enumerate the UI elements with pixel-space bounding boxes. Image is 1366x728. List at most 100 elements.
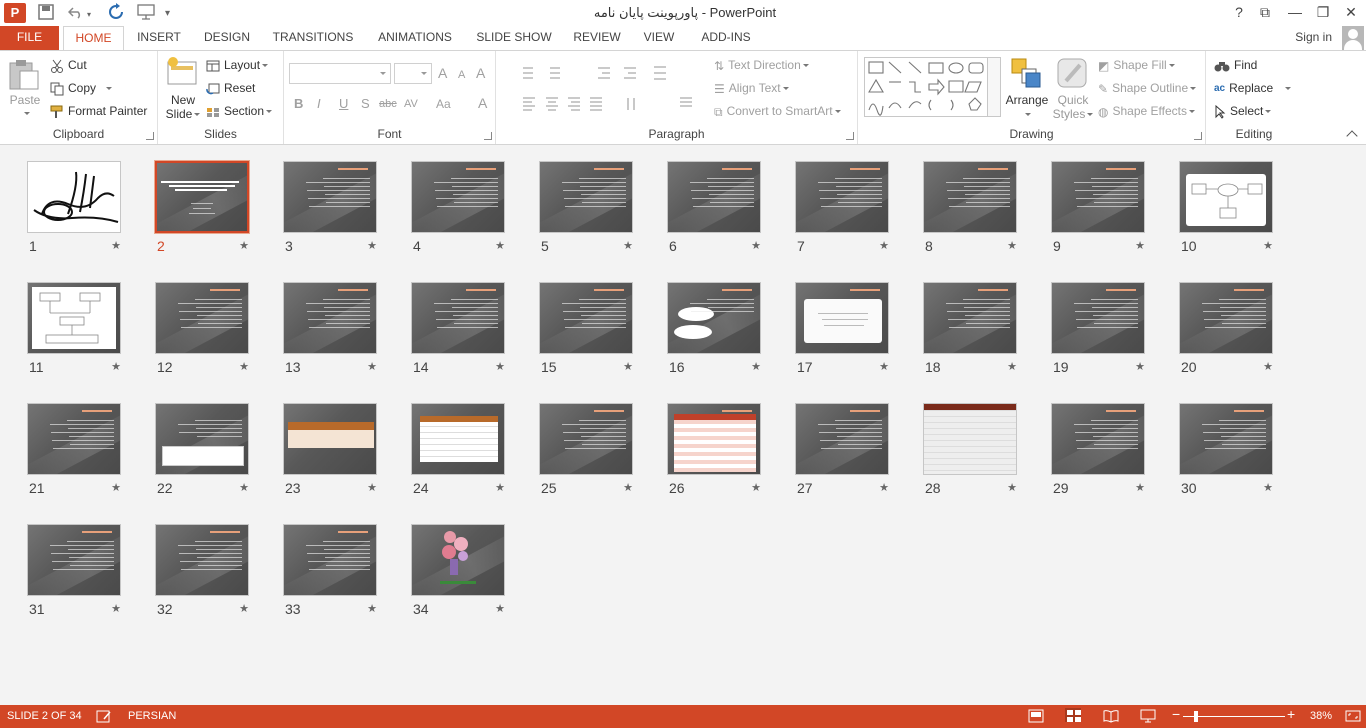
slide-thumbnail[interactable]: 22 ★ xyxy=(155,403,249,496)
slide-preview[interactable] xyxy=(539,161,633,233)
slide-thumbnail[interactable]: 4 ★ xyxy=(411,161,505,254)
animation-star-icon[interactable]: ★ xyxy=(111,481,121,494)
slide-preview[interactable] xyxy=(667,161,761,233)
tab-slide-show[interactable]: SLIDE SHOW xyxy=(472,26,556,50)
slide-thumbnail[interactable]: 12 ★ xyxy=(155,282,249,375)
slide-preview[interactable] xyxy=(795,403,889,475)
animation-star-icon[interactable]: ★ xyxy=(879,360,889,373)
slide-thumbnail[interactable]: 31 ★ xyxy=(27,524,121,617)
slide-preview[interactable] xyxy=(923,403,1017,475)
slide-preview[interactable] xyxy=(923,161,1017,233)
slide-thumbnail[interactable]: 18 ★ xyxy=(923,282,1017,375)
animation-star-icon[interactable]: ★ xyxy=(623,239,633,252)
undo-dropdown-icon[interactable]: ▾ xyxy=(87,6,91,24)
slide-preview[interactable] xyxy=(411,282,505,354)
slide-preview[interactable] xyxy=(155,403,249,475)
zoom-slider-knob[interactable] xyxy=(1194,711,1198,722)
shape-outline-button[interactable]: ✎ Shape Outline xyxy=(1098,79,1197,98)
slide-thumbnail[interactable]: 20 ★ xyxy=(1179,282,1273,375)
slide-thumbnail[interactable]: 9 ★ xyxy=(1051,161,1145,254)
slide-thumbnail[interactable]: 24 ★ xyxy=(411,403,505,496)
animation-star-icon[interactable]: ★ xyxy=(1135,481,1145,494)
section-button[interactable]: Section xyxy=(206,102,273,120)
slide-thumbnail[interactable]: 15 ★ xyxy=(539,282,633,375)
minimize-button[interactable]: — xyxy=(1282,4,1308,20)
slide-thumbnail[interactable]: 10 ★ xyxy=(1179,161,1273,254)
animation-star-icon[interactable]: ★ xyxy=(239,481,249,494)
align-text-button[interactable]: ☰ Align Text xyxy=(714,79,789,98)
tab-file[interactable]: FILE xyxy=(0,26,59,50)
animation-star-icon[interactable]: ★ xyxy=(367,481,377,494)
spelling-check-icon[interactable] xyxy=(96,710,112,724)
select-button[interactable]: Select xyxy=(1214,102,1272,120)
convert-to-smartart-button[interactable]: ⧉ Convert to SmartArt xyxy=(714,102,841,121)
clipboard-dialog-launcher[interactable] xyxy=(146,132,154,140)
animation-star-icon[interactable]: ★ xyxy=(623,360,633,373)
tab-design[interactable]: DESIGN xyxy=(198,26,256,50)
slide-preview[interactable] xyxy=(539,403,633,475)
quick-styles-button[interactable]: Quick Styles xyxy=(1052,93,1094,121)
slide-preview[interactable] xyxy=(27,282,121,354)
animation-star-icon[interactable]: ★ xyxy=(1007,481,1017,494)
slide-thumbnail[interactable]: 1 ★ xyxy=(27,161,121,254)
collapse-ribbon-icon[interactable] xyxy=(1346,130,1358,142)
animation-star-icon[interactable]: ★ xyxy=(1007,239,1017,252)
animation-star-icon[interactable]: ★ xyxy=(1263,481,1273,494)
italic-button[interactable]: I xyxy=(317,96,321,112)
font-color-button[interactable]: A xyxy=(478,95,487,111)
help-button[interactable]: ? xyxy=(1226,4,1252,20)
shape-effects-button[interactable]: ◍ Shape Effects xyxy=(1098,102,1195,121)
animation-star-icon[interactable]: ★ xyxy=(879,481,889,494)
start-slideshow-icon[interactable] xyxy=(137,4,157,20)
drawing-dialog-launcher[interactable] xyxy=(1194,132,1202,140)
slide-preview[interactable] xyxy=(1051,282,1145,354)
slide-preview[interactable] xyxy=(27,161,121,233)
new-slide-button[interactable]: New Slide xyxy=(164,93,202,121)
slide-thumbnail[interactable]: 8 ★ xyxy=(923,161,1017,254)
reset-button[interactable]: Reset xyxy=(206,79,255,97)
text-shadow-button[interactable]: S xyxy=(361,96,370,112)
animation-star-icon[interactable]: ★ xyxy=(111,360,121,373)
close-button[interactable]: ✕ xyxy=(1338,4,1364,20)
font-size-combo[interactable] xyxy=(394,63,432,84)
slide-thumbnail[interactable]: 5 ★ xyxy=(539,161,633,254)
slide-thumbnail[interactable]: 30 ★ xyxy=(1179,403,1273,496)
slide-thumbnail[interactable]: 3 ★ xyxy=(283,161,377,254)
tab-insert[interactable]: INSERT xyxy=(132,26,186,50)
character-spacing-button[interactable]: AV xyxy=(404,96,418,112)
animation-star-icon[interactable]: ★ xyxy=(495,360,505,373)
reading-view-icon[interactable] xyxy=(1103,709,1119,723)
slide-thumbnail[interactable]: 6 ★ xyxy=(667,161,761,254)
slide-preview[interactable] xyxy=(283,403,377,475)
replace-button[interactable]: ac Replace xyxy=(1214,79,1292,98)
slide-preview[interactable] xyxy=(1179,282,1273,354)
new-slide-icon[interactable] xyxy=(166,56,198,86)
slide-show-view-icon[interactable] xyxy=(1140,709,1156,723)
slide-thumbnail[interactable]: 14 ★ xyxy=(411,282,505,375)
arrange-icon[interactable] xyxy=(1010,57,1044,89)
slide-preview[interactable] xyxy=(283,161,377,233)
slide-sorter-view-icon[interactable] xyxy=(1065,708,1081,722)
slide-thumbnail[interactable]: 28 ★ xyxy=(923,403,1017,496)
shrink-font-button[interactable]: A xyxy=(458,67,465,83)
slide-thumbnail[interactable]: 23 ★ xyxy=(283,403,377,496)
slide-thumbnail[interactable]: 21 ★ xyxy=(27,403,121,496)
animation-star-icon[interactable]: ★ xyxy=(495,602,505,615)
undo-icon[interactable] xyxy=(68,5,84,19)
slide-preview[interactable] xyxy=(411,161,505,233)
slide-preview[interactable] xyxy=(155,282,249,354)
slide-preview[interactable] xyxy=(923,282,1017,354)
list-and-indent-icons[interactable] xyxy=(520,65,716,81)
paste-dropdown-icon[interactable] xyxy=(24,112,30,115)
change-case-button[interactable]: Aa xyxy=(436,96,451,112)
format-painter-button[interactable]: Format Painter xyxy=(50,102,147,120)
slide-preview[interactable] xyxy=(283,282,377,354)
animation-star-icon[interactable]: ★ xyxy=(111,239,121,252)
slide-preview[interactable] xyxy=(1051,161,1145,233)
bold-button[interactable]: B xyxy=(294,96,303,112)
slide-thumbnail[interactable]: 19 ★ xyxy=(1051,282,1145,375)
animation-star-icon[interactable]: ★ xyxy=(239,602,249,615)
animation-star-icon[interactable]: ★ xyxy=(111,602,121,615)
slide-thumbnail[interactable]: 16 ★ xyxy=(667,282,761,375)
animation-star-icon[interactable]: ★ xyxy=(1135,360,1145,373)
